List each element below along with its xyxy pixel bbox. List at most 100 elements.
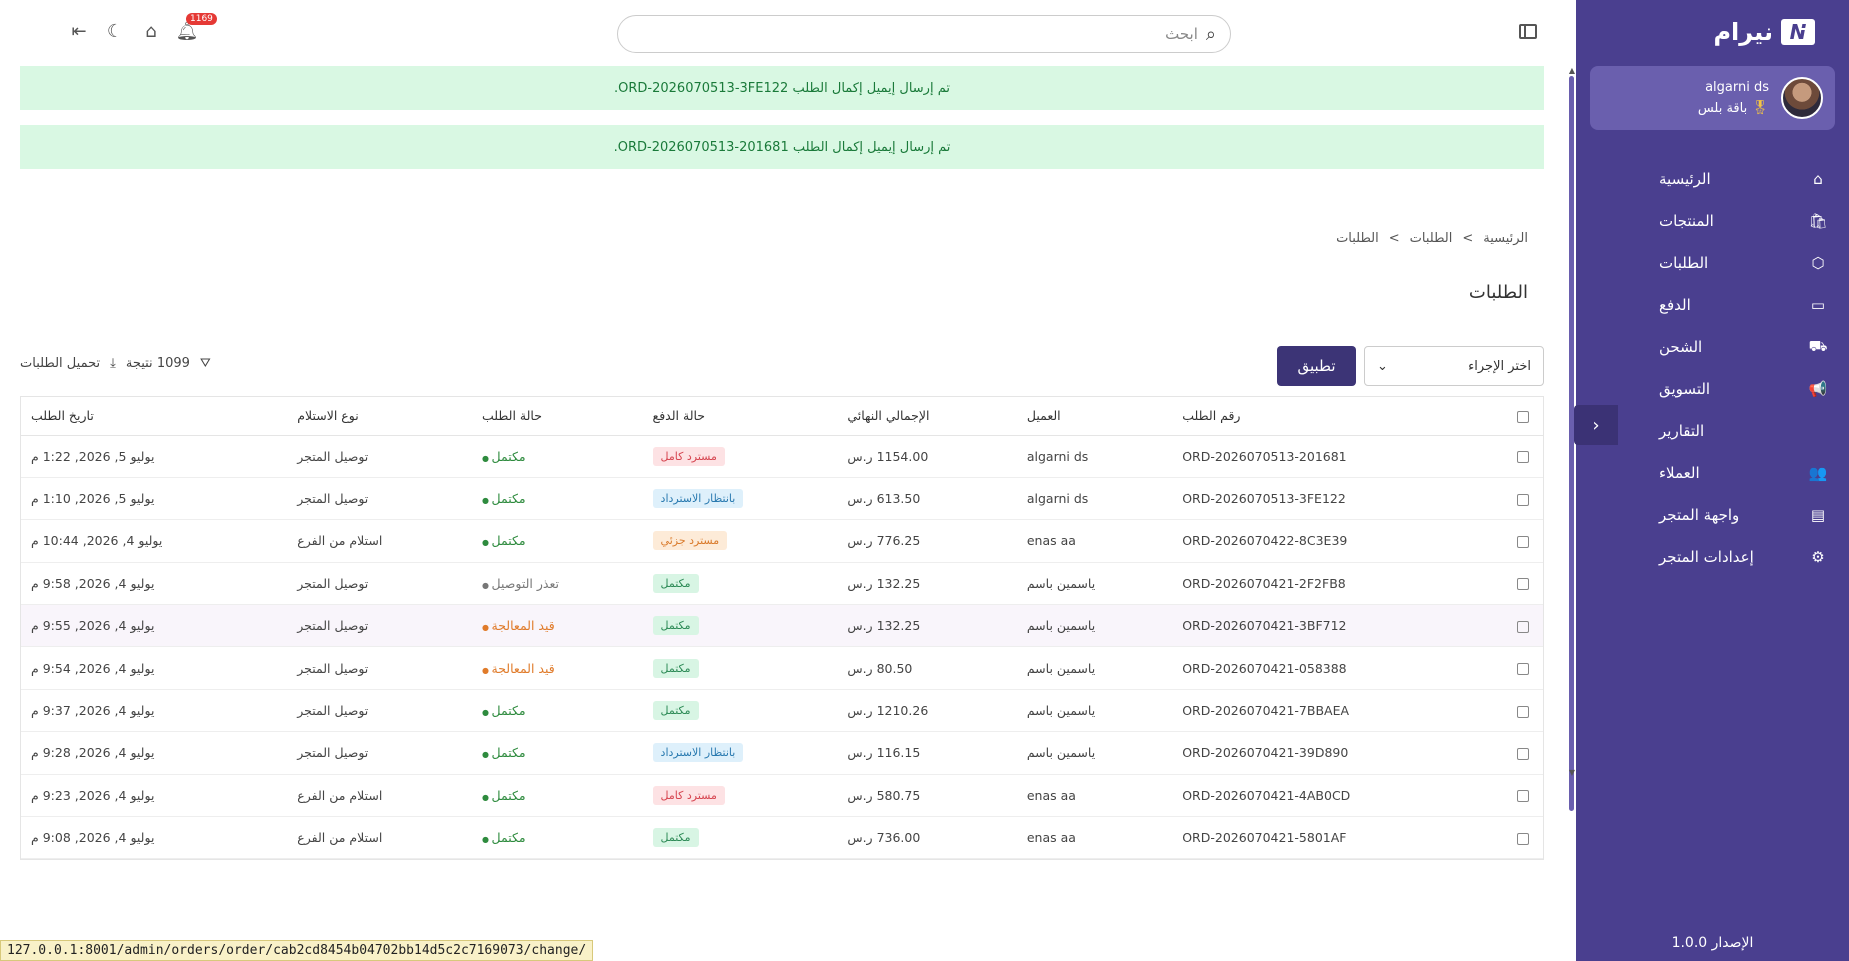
- breadcrumb-home[interactable]: الرئيسية: [1483, 231, 1528, 246]
- logout-icon[interactable]: ⇤: [68, 20, 90, 42]
- panel-toggle-icon[interactable]: [1519, 24, 1537, 39]
- order-date-text: يوليو 5, 2026, 1:10 م: [31, 491, 155, 507]
- sidebar-item[interactable]: ⬡ الطلبات: [1576, 242, 1849, 284]
- table-row[interactable]: ORD-2026070421-4AB0CD enas aa 580.75 ر.س مس…: [21, 774, 1543, 818]
- scroll-thumb[interactable]: [1569, 76, 1574, 811]
- customer: ياسمين باسم: [1016, 562, 1173, 606]
- scrollbar[interactable]: ▲ ▼: [1566, 66, 1576, 921]
- sidebar-item[interactable]: ⛟ الشحن: [1576, 326, 1849, 368]
- order-id-text[interactable]: ORD-2026070421-4AB0CD: [1182, 788, 1350, 803]
- payment-status: مكتمل: [642, 562, 838, 606]
- col-header-order-id[interactable]: رقم الطلب: [1172, 397, 1503, 436]
- table-row[interactable]: ORD-2026070422-8C3E39 enas aa 776.25 ر.س مس…: [21, 519, 1543, 563]
- order-id[interactable]: ORD-2026070421-39D890: [1172, 731, 1503, 775]
- order-status-text: مكتمل: [482, 745, 526, 760]
- total-text: 776.25 ر.س: [847, 533, 921, 549]
- order-date-text: يوليو 4, 2026, 9:54 م: [31, 660, 155, 676]
- payment-status-text: مكتمل: [652, 573, 699, 593]
- sidebar-item[interactable]: ⚙ إعدادات المتجر: [1576, 536, 1849, 578]
- row-checkbox[interactable]: [1503, 646, 1543, 690]
- order-id[interactable]: ORD-2026070422-8C3E39: [1172, 519, 1503, 563]
- menu-toggle-icon[interactable]: [1792, 22, 1814, 40]
- order-id-text[interactable]: ORD-2026070421-3BF712: [1182, 618, 1346, 633]
- table-row[interactable]: ORD-2026070421-3BF712 ياسمين باسم 132.25 ر…: [21, 604, 1543, 648]
- download-icon[interactable]: ⤓: [110, 356, 116, 371]
- sidebar-item[interactable]: 👥 العملاء: [1576, 452, 1849, 494]
- order-status: مكتمل: [472, 477, 643, 521]
- row-checkbox[interactable]: [1503, 816, 1543, 860]
- sidebar-item[interactable]: ▭ الدفع: [1576, 284, 1849, 326]
- row-checkbox[interactable]: [1503, 435, 1543, 478]
- select-all-checkbox[interactable]: [1503, 397, 1543, 436]
- table-row[interactable]: ORD-2026070421-5801AF enas aa 736.00 ر.س مك…: [21, 816, 1543, 860]
- row-checkbox[interactable]: [1503, 604, 1543, 648]
- col-header-date[interactable]: تاريخ الطلب: [21, 397, 288, 436]
- user-card[interactable]: algarni ds 🎖 باقة بلس: [1590, 66, 1835, 130]
- table-row[interactable]: ORD-2026070513-201681 algarni ds 1154.00 ر…: [21, 435, 1543, 478]
- search-input[interactable]: [632, 25, 1198, 43]
- customer: enas aa: [1016, 774, 1173, 818]
- order-id[interactable]: ORD-2026070421-058388: [1172, 646, 1503, 690]
- table-row[interactable]: ORD-2026070421-2F2FB8 ياسمين باسم 132.25 ر…: [21, 562, 1543, 606]
- order-id-text[interactable]: ORD-2026070421-5801AF: [1182, 830, 1346, 845]
- breadcrumb-orders[interactable]: الطلبات: [1410, 231, 1453, 246]
- order-date: يوليو 4, 2026, 9:28 م: [21, 731, 288, 775]
- row-checkbox[interactable]: [1503, 477, 1543, 521]
- sidebar-item[interactable]: 📢 التسويق: [1576, 368, 1849, 410]
- action-select[interactable]: اختر الإجراء ⌄: [1364, 346, 1544, 386]
- row-checkbox[interactable]: [1503, 519, 1543, 563]
- order-status: مكتمل: [472, 689, 643, 733]
- download-orders-link[interactable]: تحميل الطلبات: [20, 356, 100, 371]
- sidebar-item-label: المنتجات: [1659, 212, 1714, 230]
- row-checkbox[interactable]: [1503, 689, 1543, 733]
- order-id-text[interactable]: ORD-2026070421-2F2FB8: [1182, 576, 1346, 591]
- collapse-chevron-icon[interactable]: ‹: [1574, 405, 1618, 445]
- col-header-delivery[interactable]: نوع الاستلام: [287, 397, 472, 436]
- dark-mode-icon[interactable]: ☾: [104, 20, 126, 42]
- results-bar: ⛛ 1099 نتيجة ⤓ تحميل الطلبات: [20, 356, 211, 371]
- store-icon[interactable]: ⌂: [140, 20, 162, 42]
- success-alert: تم إرسال إيميل إكمال الطلب ORD-202607051…: [20, 66, 1544, 110]
- bell-icon[interactable]: 🔔︎ 1169: [176, 13, 217, 42]
- table-row[interactable]: ORD-2026070421-058388 ياسمين باسم 80.50 ر.…: [21, 646, 1543, 690]
- order-id-text[interactable]: ORD-2026070513-201681: [1182, 449, 1346, 464]
- order-id[interactable]: ORD-2026070513-3FE122: [1172, 477, 1503, 521]
- order-id[interactable]: ORD-2026070513-201681: [1172, 435, 1503, 478]
- order-id[interactable]: ORD-2026070421-4AB0CD: [1172, 774, 1503, 818]
- sidebar-header: N نيرام: [1576, 0, 1849, 66]
- order-id-text[interactable]: ORD-2026070421-058388: [1182, 661, 1346, 676]
- row-checkbox[interactable]: [1503, 562, 1543, 606]
- sidebar-item[interactable]: ▤ واجهة المتجر: [1576, 494, 1849, 536]
- order-id[interactable]: ORD-2026070421-5801AF: [1172, 816, 1503, 860]
- delivery-type-text: استلام من الفرع: [297, 830, 383, 846]
- order-id-text[interactable]: ORD-2026070421-7BBAEA: [1182, 703, 1349, 718]
- scroll-up-icon[interactable]: ▲: [1569, 66, 1575, 75]
- col-header-customer[interactable]: العميل: [1016, 397, 1173, 436]
- payment-status-text: مكتمل: [652, 658, 699, 678]
- row-checkbox[interactable]: [1503, 774, 1543, 818]
- sidebar-item[interactable]: 🛍 المنتجات: [1576, 200, 1849, 242]
- col-header-total[interactable]: الإجمالي النهائي: [837, 397, 1017, 436]
- table-row[interactable]: ORD-2026070421-7BBAEA ياسمين باسم 1210.26 …: [21, 689, 1543, 733]
- table-row[interactable]: ORD-2026070513-3FE122 algarni ds 613.50 ر.…: [21, 477, 1543, 521]
- order-id[interactable]: ORD-2026070421-3BF712: [1172, 604, 1503, 648]
- order-status-text: قيد المعالجة: [482, 618, 555, 633]
- filter-icon[interactable]: ⛛: [200, 356, 211, 371]
- order-id-text[interactable]: ORD-2026070513-3FE122: [1182, 491, 1346, 506]
- table-row[interactable]: ORD-2026070421-39D890 ياسمين باسم 116.15 ر…: [21, 731, 1543, 775]
- sidebar-item[interactable]: ⌂ الرئيسية: [1576, 158, 1849, 200]
- order-id[interactable]: ORD-2026070421-7BBAEA: [1172, 689, 1503, 733]
- order-id[interactable]: ORD-2026070421-2F2FB8: [1172, 562, 1503, 606]
- order-date-text: يوليو 4, 2026, 10:44 م: [31, 533, 163, 549]
- scroll-down-icon[interactable]: ▼: [1569, 768, 1575, 777]
- col-header-payment[interactable]: حالة الدفع: [642, 397, 838, 436]
- customer-text: enas aa: [1026, 830, 1076, 846]
- col-header-status[interactable]: حالة الطلب: [472, 397, 643, 436]
- sidebar-item-label: التسويق: [1659, 380, 1711, 398]
- order-id-text[interactable]: ORD-2026070422-8C3E39: [1182, 533, 1347, 548]
- row-checkbox[interactable]: [1503, 731, 1543, 775]
- apply-button[interactable]: تطبيق: [1277, 346, 1356, 386]
- total-text: 132.25 ر.س: [847, 575, 921, 591]
- search-box[interactable]: ⌕: [617, 15, 1231, 53]
- order-id-text[interactable]: ORD-2026070421-39D890: [1182, 745, 1348, 760]
